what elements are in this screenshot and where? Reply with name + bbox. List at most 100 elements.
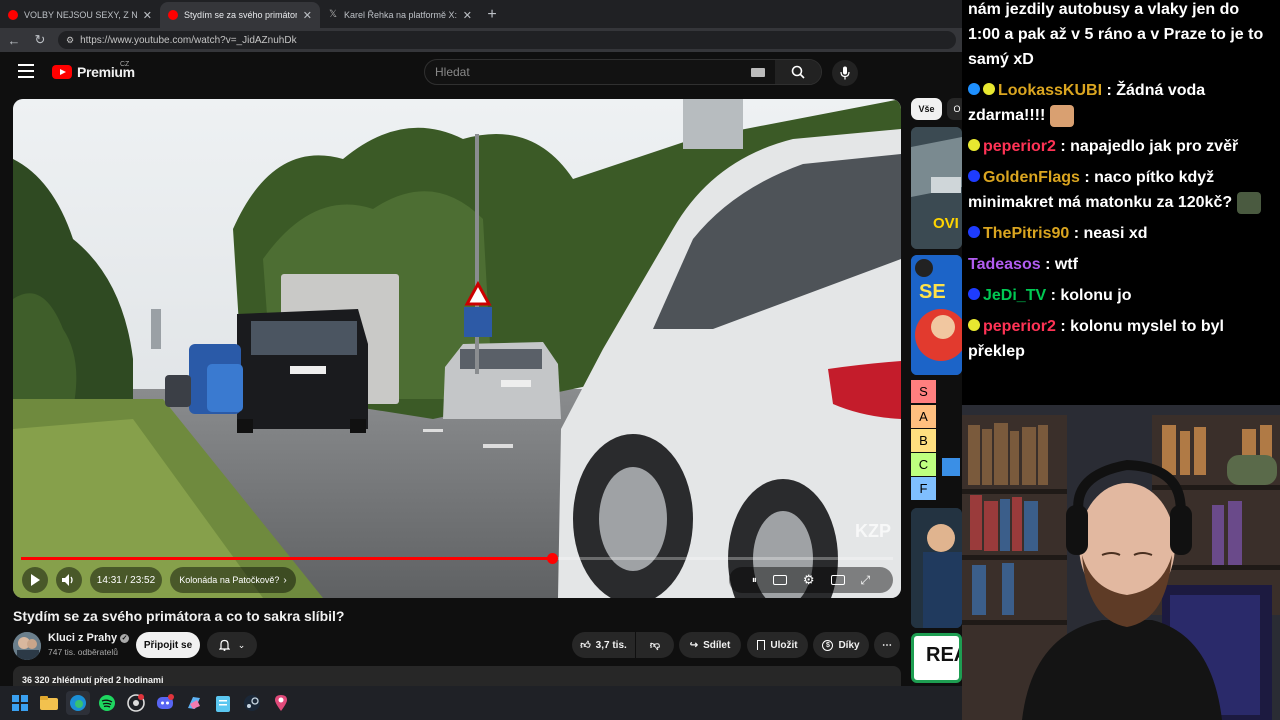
related-video-thumbnail-4[interactable]: REA <box>911 633 962 683</box>
chip-next[interactable]: O <box>947 98 962 120</box>
chat-badge-icon <box>968 82 980 95</box>
chat-message: Tadeasos : wtf <box>968 252 1274 277</box>
save-label: Uložit <box>770 639 798 651</box>
windows-logo-icon <box>942 458 960 476</box>
edge-icon[interactable] <box>66 691 90 715</box>
bell-icon <box>218 639 230 651</box>
bookmark-icon <box>757 640 766 650</box>
thumbs-down-icon: 👎︎ <box>649 640 661 651</box>
video-frame <box>13 99 901 598</box>
site-info-icon[interactable]: ⚙ <box>66 35 74 46</box>
tier-b: B <box>911 429 936 452</box>
notifications-button[interactable]: ⌄ <box>207 632 257 658</box>
related-video-thumbnail-2[interactable]: SE <box>911 255 962 375</box>
tab-title: Stydím se za svého primátora a co <box>184 10 297 20</box>
share-icon: ↪ <box>689 639 699 651</box>
description-box[interactable]: 36 320 zhlédnutí před 2 hodinami <box>13 666 901 686</box>
thumbnail-image <box>911 508 962 628</box>
channel-watermark[interactable]: KZP <box>855 521 891 542</box>
tab-title: Karel Řehka na platformě X: „Po v <box>344 10 457 20</box>
browser-tab-2[interactable]: Stydím se za svého primátora a co ✕ <box>160 2 320 28</box>
progress-played <box>21 557 552 560</box>
more-actions-button[interactable]: ⋯ <box>874 632 900 658</box>
channel-name-link[interactable]: Kluci z Prahy ✓ <box>48 632 130 644</box>
close-tab-icon[interactable]: ✕ <box>143 9 152 22</box>
address-bar[interactable]: ⚙ https://www.youtube.com/watch?v=_JidAZ… <box>58 31 956 49</box>
chat-username[interactable]: peperior2 <box>983 318 1056 335</box>
thanks-icon: $ <box>822 639 834 651</box>
chip-all[interactable]: Vše <box>911 98 942 120</box>
masthead: Premium CZ Hledat <box>0 52 962 92</box>
settings-icon[interactable]: ⚙ <box>803 572 815 588</box>
windows-taskbar <box>0 686 962 720</box>
chat-badge-icon <box>983 82 995 95</box>
join-button[interactable]: Připojit se <box>136 632 200 658</box>
volume-button[interactable] <box>56 567 82 593</box>
spotify-icon[interactable] <box>95 691 119 715</box>
steam-icon[interactable] <box>240 691 264 715</box>
chat-username[interactable]: ThePitris90 <box>983 225 1069 242</box>
search-input[interactable]: Hledat <box>425 65 751 79</box>
thanks-button[interactable]: $ Díky <box>813 632 869 658</box>
channel-name: Kluci z Prahy <box>48 632 118 644</box>
youtube-favicon-icon <box>168 10 178 20</box>
share-button[interactable]: ↪ Sdílet <box>679 632 741 658</box>
menu-icon[interactable] <box>18 64 34 78</box>
video-title: Stydím se za svého primátora a co to sak… <box>13 608 345 624</box>
play-button[interactable] <box>22 567 48 593</box>
voice-search-button[interactable] <box>832 60 858 86</box>
windows-start-icon[interactable] <box>8 691 32 715</box>
new-tab-button[interactable]: + <box>480 2 504 28</box>
pause-autoplay-icon[interactable]: ⏸ <box>752 575 757 586</box>
close-tab-icon[interactable]: ✕ <box>463 9 472 22</box>
channel-avatar[interactable] <box>13 632 41 660</box>
dislike-button[interactable]: 👎︎ <box>636 632 674 658</box>
maps-icon[interactable] <box>269 691 293 715</box>
search-box[interactable]: Hledat <box>424 59 822 85</box>
verified-icon: ✓ <box>120 633 130 643</box>
search-icon <box>791 65 805 79</box>
chat-text: : kolonu jo <box>1046 287 1132 304</box>
chapter-title: Kolonáda na Patočkově? <box>179 575 280 585</box>
obs-icon[interactable] <box>124 691 148 715</box>
chat-text: : wtf <box>1040 256 1078 273</box>
country-code: CZ <box>120 61 130 68</box>
chat-username[interactable]: Tadeasos <box>968 256 1041 273</box>
chat-username[interactable]: peperior2 <box>983 138 1056 155</box>
view-count-date: 36 320 zhlédnutí před 2 hodinami <box>22 675 164 685</box>
scrubber-handle[interactable] <box>546 553 558 564</box>
related-video-thumbnail-3[interactable] <box>911 508 962 628</box>
like-button[interactable]: 👍︎ 3,7 tis. <box>572 632 635 658</box>
subscriber-count: 747 tis. odběratelů <box>48 647 118 657</box>
owner-row: Kluci z Prahy ✓ 747 tis. odběratelů Přip… <box>13 631 901 661</box>
progress-bar[interactable] <box>21 553 893 564</box>
tier-list-thumbnail[interactable]: S A B C F <box>911 380 962 502</box>
browser-tab-1[interactable]: VOLBY NEJSOU SEXY, Z NICH NE ✕ <box>0 2 160 28</box>
miniplayer-icon[interactable] <box>830 575 845 585</box>
file-explorer-icon[interactable] <box>37 691 61 715</box>
keyboard-icon[interactable] <box>751 67 765 77</box>
save-button[interactable]: Uložit <box>747 632 808 658</box>
browser-toolbar: ← ↻ ⚙ https://www.youtube.com/watch?v=_J… <box>0 28 962 52</box>
discord-icon[interactable] <box>153 691 177 715</box>
notepad-icon[interactable] <box>211 691 235 715</box>
search-button[interactable] <box>775 60 821 84</box>
browser-tab-3[interactable]: 𝕏 Karel Řehka na platformě X: „Po v ✕ <box>320 2 480 28</box>
chat-message: peperior2 : kolonu myslel to byl překlep <box>968 314 1274 364</box>
close-tab-icon[interactable]: ✕ <box>303 9 312 22</box>
chapter-button[interactable]: Kolonáda na Patočkově? › <box>170 567 296 593</box>
chat-username[interactable]: LookassKUBI <box>998 82 1102 99</box>
chat-username[interactable]: JeDi_TV <box>983 287 1046 304</box>
address-text: https://www.youtube.com/watch?v=_JidAZnu… <box>80 34 297 46</box>
chat-username[interactable]: GoldenFlags <box>983 169 1080 186</box>
fullscreen-icon[interactable]: ⤢ <box>861 573 871 588</box>
video-player[interactable]: KZP 14:31 / 23:52 Kolonáda na Patočkově?… <box>13 99 901 598</box>
subtitles-icon[interactable] <box>772 575 787 585</box>
back-icon[interactable]: ← <box>6 33 22 48</box>
reload-icon[interactable]: ↻ <box>32 32 48 48</box>
more-icon: ⋯ <box>882 639 892 651</box>
copilot-icon[interactable] <box>182 691 206 715</box>
avatar-image <box>13 632 41 660</box>
chat-emote-icon <box>1236 191 1261 214</box>
related-video-thumbnail-1[interactable]: OVI <box>911 127 962 249</box>
